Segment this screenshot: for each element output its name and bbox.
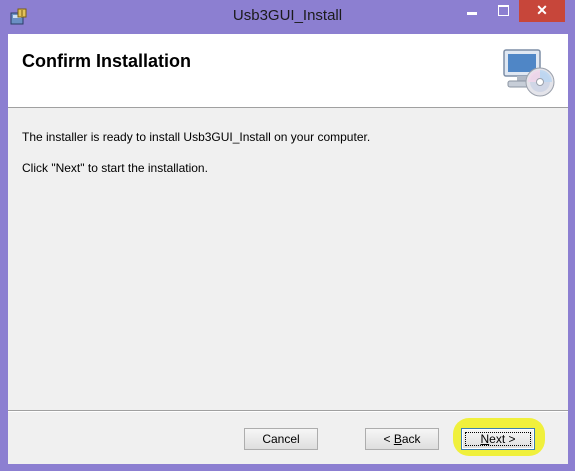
close-button[interactable]: ✕ xyxy=(519,0,565,22)
minimize-button[interactable] xyxy=(458,0,485,22)
maximize-icon xyxy=(498,5,509,16)
dialog-header: Confirm Installation xyxy=(8,34,568,108)
ready-message: The installer is ready to install Usb3GU… xyxy=(22,130,371,144)
back-prefix: < xyxy=(383,432,394,446)
title-bar[interactable]: Usb3GUI_Install ✕ xyxy=(0,0,575,34)
close-icon: ✕ xyxy=(536,2,548,18)
minimize-icon xyxy=(467,12,477,15)
back-mnemonic: B xyxy=(393,432,402,446)
window-title: Usb3GUI_Install xyxy=(232,7,343,24)
page-title: Confirm Installation xyxy=(22,51,192,71)
next-instruction: Click "Next" to start the installation. xyxy=(22,161,208,175)
dialog-client: Confirm Installation The installer is re… xyxy=(8,34,568,464)
next-button[interactable]: Next > xyxy=(461,428,535,450)
computer-cd-icon xyxy=(503,49,555,97)
focus-rectangle xyxy=(465,432,531,446)
footer-divider xyxy=(8,410,568,412)
cancel-button[interactable]: Cancel xyxy=(244,428,318,450)
installer-window: Usb3GUI_Install ✕ Confirm Installation T… xyxy=(0,0,575,471)
back-label-rest: ack xyxy=(401,432,421,446)
maximize-button[interactable] xyxy=(490,0,517,22)
back-button[interactable]: < Back xyxy=(365,428,439,450)
